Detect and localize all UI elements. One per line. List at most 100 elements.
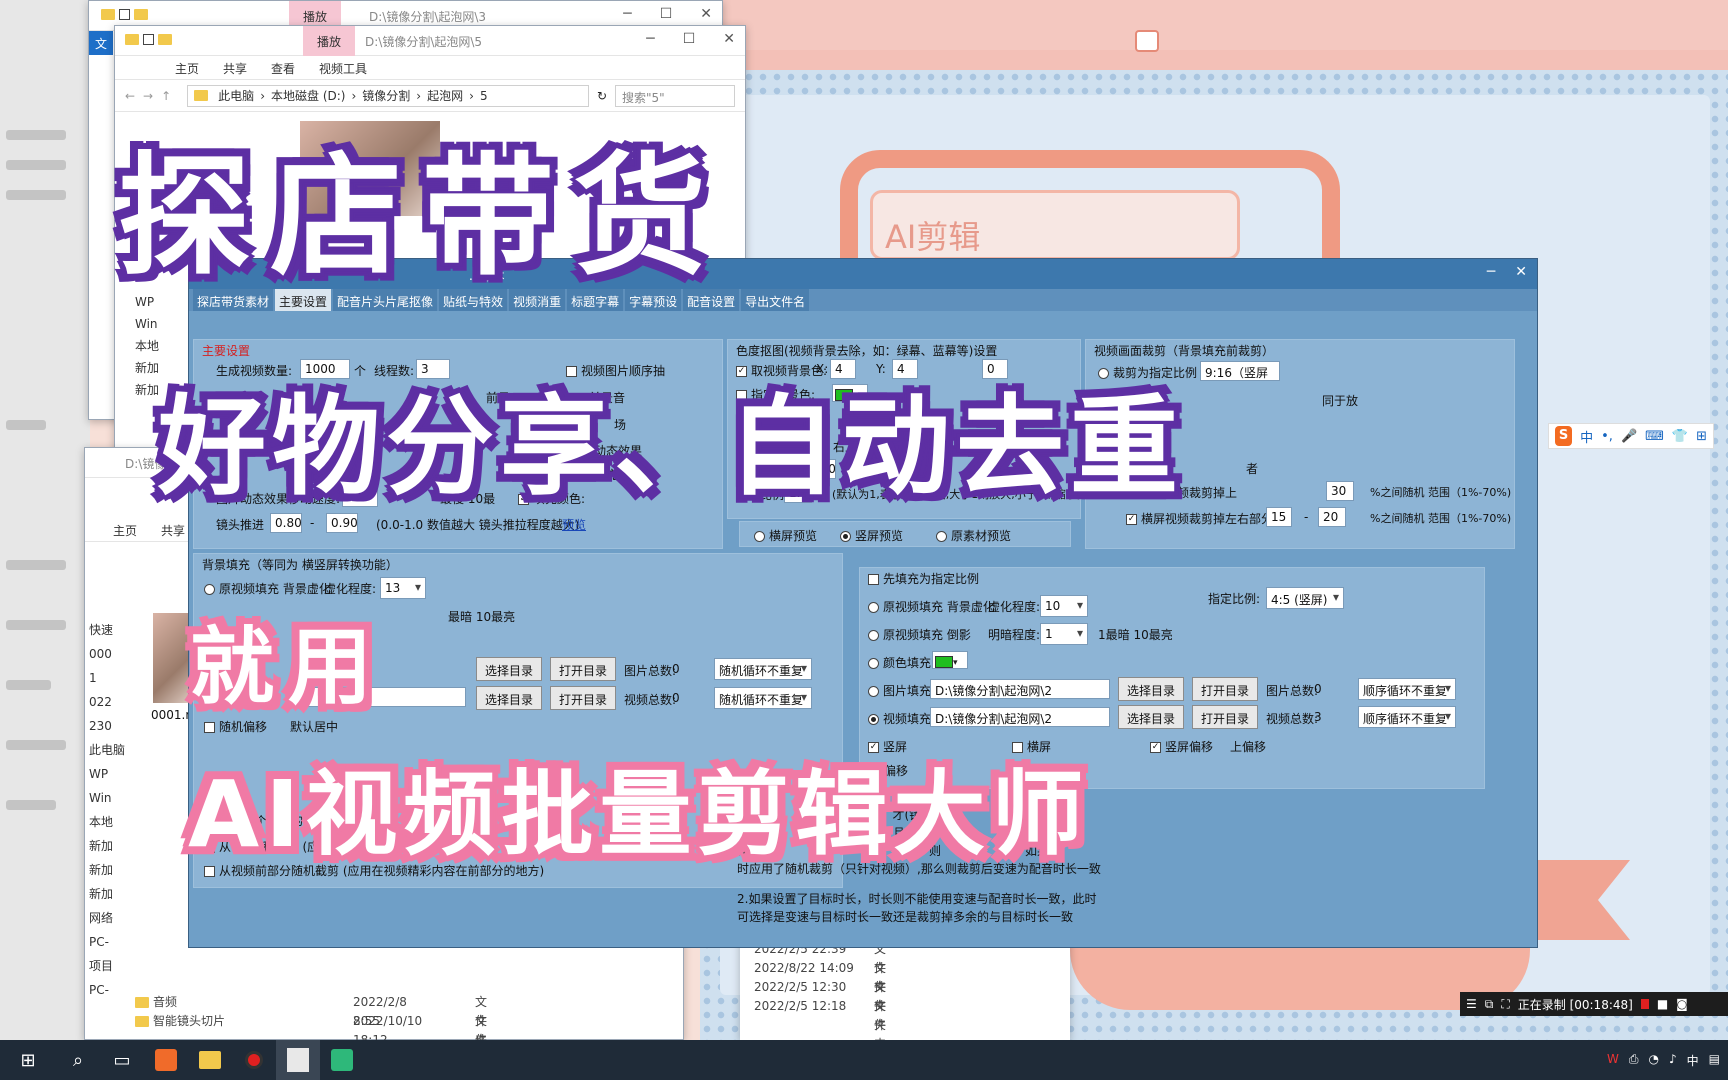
nav-item[interactable]: 新加 [89, 882, 125, 906]
breadcrumb-0[interactable]: 此电脑 [218, 87, 254, 104]
img-fill-path[interactable]: D:\镜像分割\起泡网\2 [930, 679, 1110, 699]
preview-source[interactable]: 原素材预览 [936, 527, 1011, 544]
ime-toolbar[interactable]: S 中 •, 🎤 ⌨ 👕 ⊞ [1548, 423, 1714, 449]
choose-dir-button[interactable]: 选择目录 [1118, 677, 1185, 701]
ribbon-tab-home[interactable]: 主页 [175, 60, 199, 79]
crop-icon[interactable]: ⛶ [1501, 997, 1509, 1012]
volume-icon[interactable]: ♪ [1669, 1052, 1677, 1069]
fill-blur-option[interactable]: 原视频填充 背景虚化 [868, 598, 995, 615]
preview-vertical[interactable]: 竖屏预览 [840, 527, 903, 544]
menu-icon[interactable]: ☰ [1466, 997, 1477, 1011]
tab-export-filename[interactable]: 导出文件名 [741, 289, 810, 311]
mirror-option[interactable]: 原视频填充 倒影 [868, 626, 971, 643]
wifi-icon[interactable]: ◔ [1648, 1052, 1658, 1069]
ratio-select[interactable]: 4:5 (竖屏) [1266, 587, 1344, 609]
minimize-icon[interactable]: ─ [646, 31, 654, 47]
open-dir-button[interactable]: 打开目录 [550, 686, 617, 710]
breadcrumb-2[interactable]: 镜像分割 [362, 87, 410, 104]
ribbon-tab-share[interactable]: 共享 [161, 522, 185, 541]
breadcrumb-4[interactable]: 5 [480, 89, 488, 103]
ime-menu-icon[interactable]: ⊞ [1696, 429, 1707, 444]
open-dir-button[interactable]: 打开目录 [1192, 677, 1259, 701]
fill-color-picker[interactable]: ▾ [932, 651, 968, 669]
v-crop-input[interactable]: 30 [1326, 481, 1354, 501]
zoom-max-input[interactable]: 0.90 [326, 513, 358, 533]
camera-icon[interactable]: ◙ [1676, 997, 1688, 1011]
nav-item[interactable]: WP [89, 762, 125, 786]
nav-item[interactable]: 新加 [89, 834, 125, 858]
close-icon[interactable]: ✕ [723, 31, 735, 47]
video-editor-icon[interactable] [320, 1040, 364, 1080]
explorer-window-right[interactable]: 2022/2/5 22:39 文件夹 2022/8/22 14:09 文件夹 202… [740, 935, 1070, 1051]
ime-skin-icon[interactable]: 👕 [1672, 429, 1688, 444]
maximize-icon[interactable]: ☐ [683, 31, 696, 47]
nav-item[interactable]: PC- [89, 978, 125, 1002]
app-icon-orange[interactable] [144, 1040, 188, 1080]
list-item[interactable]: 2022/8/22 14:09 文件夹 [754, 959, 886, 1013]
ribbon-tab-home[interactable]: 主页 [113, 522, 137, 541]
context-tab-play[interactable]: 播放 [303, 26, 356, 56]
open-dir-button[interactable]: 打开目录 [550, 657, 617, 681]
ribbon-tab-video-tools[interactable]: 视频工具 [319, 60, 367, 79]
img-loop-select[interactable]: 顺序循环不重复 [1358, 678, 1456, 700]
wps-icon[interactable]: W [1607, 1052, 1619, 1069]
nav-item[interactable]: 此电脑 [89, 738, 125, 762]
file-explorer-icon[interactable] [188, 1040, 232, 1080]
choose-dir-button[interactable]: 选择目录 [476, 686, 543, 710]
nav-item[interactable]: 230 [89, 714, 125, 738]
window-icon[interactable]: ⧉ [1485, 997, 1494, 1012]
nav-item[interactable]: 网络 [89, 906, 125, 930]
nav-item[interactable]: Win [135, 313, 159, 335]
crop-ratio-input[interactable]: 9:16（竖屏 [1200, 361, 1280, 381]
recorder-icon[interactable] [232, 1040, 276, 1080]
windows-start-icon[interactable]: ⊞ [0, 1040, 56, 1080]
bright-select[interactable]: 1 [1040, 623, 1088, 645]
language-indicator[interactable]: 中 [1687, 1052, 1699, 1069]
ribbon-tab-view[interactable]: 查看 [271, 60, 295, 79]
close-icon[interactable]: ✕ [700, 6, 712, 22]
minimize-icon[interactable]: ─ [623, 6, 631, 22]
h-crop-max-input[interactable]: 20 [1318, 507, 1346, 527]
maximize-icon[interactable]: ☐ [660, 6, 673, 22]
minimize-icon[interactable]: ─ [1487, 264, 1495, 280]
ime-punct-icon[interactable]: •, [1601, 429, 1613, 444]
search-icon[interactable]: ⌕ [56, 1040, 100, 1080]
nav-item[interactable]: 022 [89, 690, 125, 714]
h-crop-min-input[interactable]: 15 [1266, 507, 1292, 527]
zoom-min-input[interactable]: 0.80 [270, 513, 302, 533]
list-item[interactable]: 智能镜头切片2022/10/10 18:12文件夹 [135, 1012, 487, 1066]
blur-level-select[interactable]: 13 [380, 577, 426, 599]
nav-item[interactable]: 快速 [89, 618, 125, 642]
address-bar[interactable]: 此电脑 › 本地磁盘 (D:) › 镜像分割 › 起泡网 › 5 [187, 84, 589, 107]
blank-window-icon[interactable] [276, 1040, 320, 1080]
nav-item[interactable]: 本地 [135, 335, 159, 357]
list-item[interactable]: 2022/2/5 12:18文件夹 [754, 997, 886, 1051]
stop-icon[interactable]: ■ [1657, 997, 1668, 1011]
nav-item[interactable]: 项目 [89, 954, 125, 978]
choose-dir-button[interactable]: 选择目录 [1118, 705, 1185, 729]
color-fill-option[interactable]: 颜色填充 [868, 654, 931, 671]
list-item[interactable]: 2022/2/5 12:30 文件夹 [754, 978, 886, 1032]
ime-chinese-icon[interactable]: 中 [1580, 427, 1593, 446]
zoom-preview-link[interactable]: 预览 [562, 516, 586, 533]
breadcrumb-1[interactable]: 本地磁盘 (D:) [271, 87, 345, 104]
nav-item[interactable]: Win [89, 786, 125, 810]
nav-arrows-icon[interactable]: ←→↑ [125, 89, 179, 103]
list-item[interactable]: 音频2022/2/8 8:55文件夹 [135, 993, 487, 1047]
printer-icon[interactable]: ⎙ [1629, 1052, 1639, 1069]
search-input[interactable]: 搜索"5" [615, 84, 735, 107]
file-tab[interactable]: 文 [89, 31, 113, 55]
ime-keyboard-icon[interactable]: ⌨ [1645, 429, 1664, 444]
img-loop-select[interactable]: 随机循环不重复 [714, 658, 812, 680]
preview-horizontal[interactable]: 横屏预览 [754, 527, 817, 544]
bg-blur-option[interactable]: 原视频填充 背景虚化 [204, 580, 331, 597]
nav-item[interactable]: 新加 [89, 858, 125, 882]
open-dir-button[interactable]: 打开目录 [1192, 705, 1259, 729]
video-fill-path[interactable]: D:\镜像分割\起泡网\2 [930, 707, 1110, 727]
ime-mic-icon[interactable]: 🎤 [1621, 429, 1637, 444]
nav-item[interactable]: 000 [89, 642, 125, 666]
img-fill-option[interactable]: 图片填充 [868, 682, 931, 699]
nav-item[interactable]: 1 [89, 666, 125, 690]
refresh-icon[interactable]: ↻ [597, 89, 607, 103]
nav-item[interactable]: PC- [89, 930, 125, 954]
